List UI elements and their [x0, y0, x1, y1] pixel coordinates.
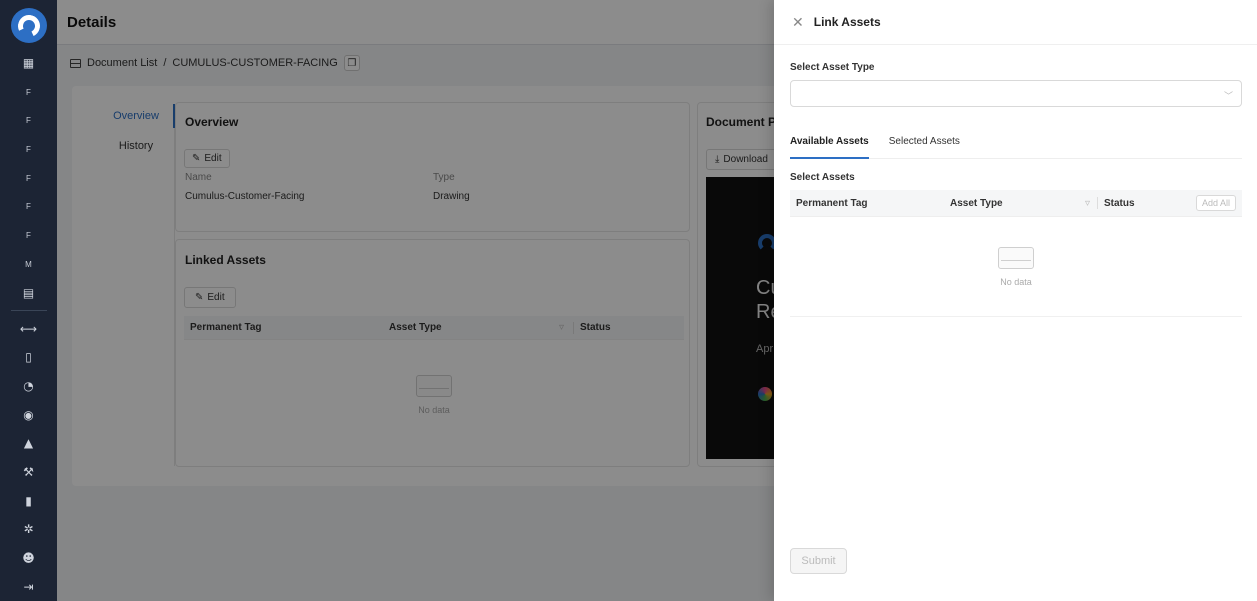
- gear-icon[interactable]: ✲: [0, 515, 57, 544]
- sidebar: ▦ F F F F F F M ▤ ⟷ ▯ ◔ ◉ ▲ ⚒ ▮ ✲ ☻ ⇥: [0, 0, 57, 601]
- empty-text: No data: [1000, 276, 1032, 287]
- add-all-button[interactable]: Add All: [1195, 195, 1236, 211]
- asset-type-select[interactable]: ﹀: [790, 80, 1242, 107]
- sidebar-item-f3[interactable]: F: [0, 135, 57, 164]
- tab-selected-assets[interactable]: Selected Assets: [889, 130, 960, 158]
- close-icon[interactable]: ✕: [792, 15, 804, 29]
- available-assets-table-header: Permanent Tag Asset Type ▿ Status Add Al…: [790, 190, 1242, 217]
- submit-button[interactable]: Submit: [790, 548, 847, 574]
- col-asset-type: Asset Type: [950, 197, 1003, 209]
- chevron-down-icon: ﹀: [1223, 91, 1233, 101]
- warning-icon[interactable]: ▲: [0, 429, 57, 458]
- col-status: Status: [1104, 197, 1135, 209]
- available-assets-empty: No data: [790, 217, 1242, 317]
- select-asset-type-label: Select Asset Type: [790, 62, 875, 73]
- sidebar-item-f4[interactable]: F: [0, 164, 57, 193]
- drawer-header: ✕ Link Assets: [774, 0, 1257, 45]
- link-assets-drawer: ✕ Link Assets Select Asset Type ﹀ Availa…: [774, 0, 1257, 601]
- document-icon[interactable]: ▯: [0, 343, 57, 372]
- grid-icon[interactable]: ▦: [0, 49, 57, 78]
- users-icon[interactable]: ☻: [0, 544, 57, 573]
- sidebar-item-m[interactable]: M: [0, 250, 57, 279]
- eye-icon[interactable]: ◉: [0, 400, 57, 429]
- asset-tabs: Available Assets Selected Assets: [790, 130, 1242, 159]
- col-permanent-tag: Permanent Tag: [796, 197, 868, 209]
- modal-backdrop[interactable]: [57, 0, 774, 601]
- sidebar-divider: [10, 310, 47, 312]
- logout-icon[interactable]: ⇥: [0, 572, 57, 601]
- drawer-title: Link Assets: [813, 15, 881, 29]
- empty-inbox-icon: [998, 246, 1034, 269]
- link-icon[interactable]: ⟷: [0, 314, 57, 343]
- app-logo[interactable]: [10, 8, 47, 43]
- sidebar-item-f6[interactable]: F: [0, 221, 57, 250]
- sidebar-item-f1[interactable]: F: [0, 78, 57, 107]
- sidebar-item-f2[interactable]: F: [0, 106, 57, 135]
- calendar-icon[interactable]: ▤: [0, 279, 57, 308]
- wrench-icon[interactable]: ⚒: [0, 458, 57, 487]
- filter-icon[interactable]: ▿: [1085, 198, 1097, 209]
- clipboard-icon[interactable]: ▮: [0, 486, 57, 515]
- tab-available-assets[interactable]: Available Assets: [790, 130, 869, 159]
- chart-icon[interactable]: ◔: [0, 372, 57, 401]
- select-assets-label: Select Assets: [790, 172, 855, 183]
- available-assets-table: Permanent Tag Asset Type ▿ Status Add Al…: [790, 190, 1242, 317]
- sidebar-item-f5[interactable]: F: [0, 192, 57, 221]
